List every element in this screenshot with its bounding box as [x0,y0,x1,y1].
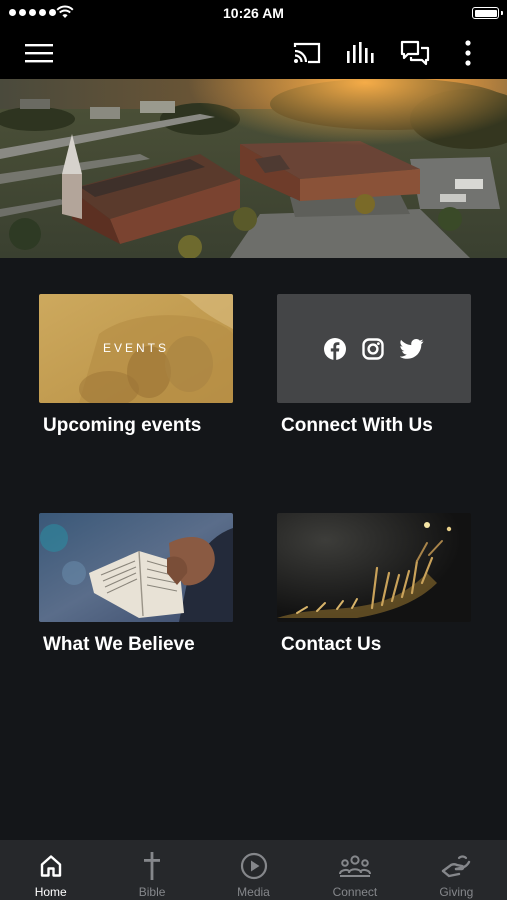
cast-icon [293,42,321,63]
connect-title: Connect With Us [281,415,433,436]
contact-thumbnail [277,513,471,622]
more-button[interactable] [448,26,488,79]
events-title: Upcoming events [43,415,202,436]
connect-card[interactable]: Connect With Us [277,294,471,437]
connect-thumbnail [277,294,471,403]
events-card[interactable]: EVENTS Upcoming events [39,294,233,437]
tab-giving-label: Giving [439,885,474,899]
menu-button[interactable] [19,26,59,79]
twitter-icon[interactable] [400,338,424,359]
tab-home[interactable]: Home [0,840,101,900]
cast-button[interactable] [287,26,327,79]
group-icon [338,855,371,877]
tab-connect-label: Connect [332,885,378,899]
audio-icon [347,41,374,63]
home-icon [40,855,61,877]
tab-bible[interactable]: Bible [101,840,202,900]
tab-bible-label: Bible [138,885,166,899]
status-bar: 10:26 AM [0,0,507,26]
hero-image [0,79,507,258]
chat-button[interactable] [395,26,435,79]
giving-icon [442,855,471,878]
events-thumbnail: EVENTS [39,294,233,403]
app-header [0,26,507,79]
tab-media[interactable]: Media [203,840,304,900]
tab-connect[interactable]: Connect [304,840,405,900]
chat-icon [400,40,430,65]
audio-button[interactable] [341,26,381,79]
menu-icon [25,43,53,62]
events-label: EVENTS [102,341,169,355]
contact-card[interactable]: Contact Us [277,513,471,656]
more-icon [465,39,471,66]
tab-media-label: Media [237,885,270,899]
believe-title: What We Believe [43,634,195,655]
believe-card[interactable]: What We Believe [39,513,233,656]
battery-icon [472,7,503,19]
tab-home-label: Home [34,885,67,899]
facebook-icon[interactable] [324,337,346,360]
content-grid: EVENTS Upcoming events Connect With Us W… [0,258,507,840]
instagram-icon[interactable] [362,337,384,360]
status-time: 10:26 AM [223,5,284,21]
tab-bar: Home Bible Media Connect Giving [0,840,507,900]
play-icon [240,852,267,880]
believe-thumbnail [39,513,233,622]
cross-icon [144,852,161,880]
tab-giving[interactable]: Giving [406,840,507,900]
contact-title: Contact Us [281,634,382,655]
